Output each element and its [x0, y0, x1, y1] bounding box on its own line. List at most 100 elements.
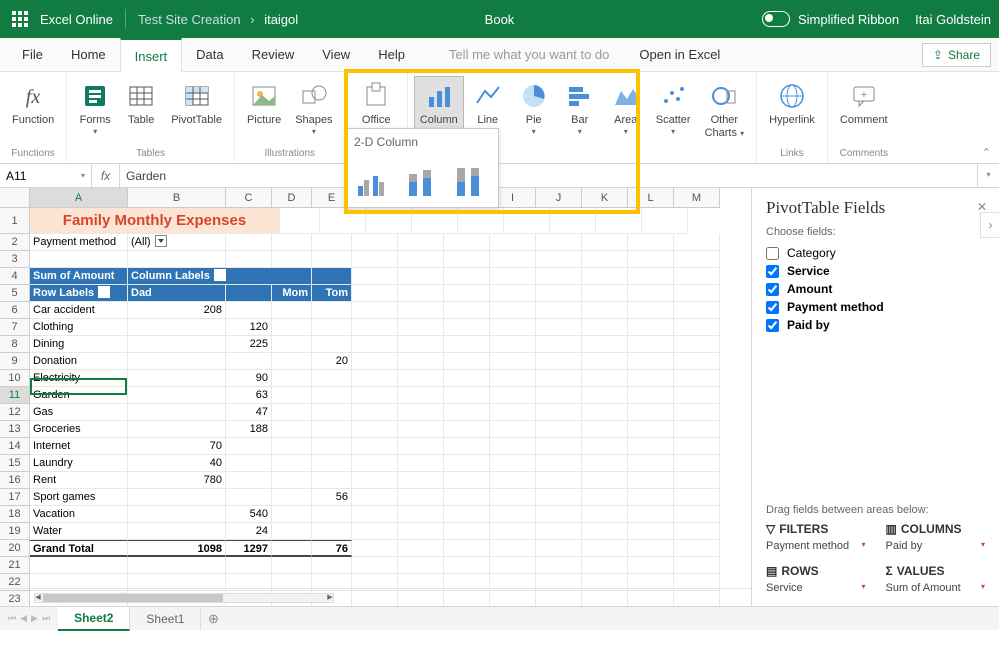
cell[interactable]: Vacation — [30, 506, 128, 523]
cell[interactable]: Dad — [128, 285, 226, 302]
cell[interactable] — [128, 387, 226, 404]
cell[interactable]: 208 — [128, 302, 226, 319]
row-header[interactable]: 14 — [0, 438, 30, 455]
cell[interactable] — [312, 370, 352, 387]
formula-bar-expand[interactable]: ▾ — [977, 164, 999, 187]
cell[interactable] — [272, 370, 312, 387]
cell[interactable]: Donation — [30, 353, 128, 370]
cell[interactable]: Gas — [30, 404, 128, 421]
col-header-d[interactable]: D — [272, 188, 312, 208]
area-filters-item[interactable]: Payment method▾ — [766, 538, 866, 554]
menu-data[interactable]: Data — [182, 38, 237, 72]
menu-file[interactable]: File — [8, 38, 57, 72]
scroll-right-icon[interactable]: ▶ — [325, 594, 335, 602]
row-header[interactable]: 19 — [0, 523, 30, 540]
col-header-m[interactable]: M — [674, 188, 720, 208]
bar-chart-button[interactable]: Bar▾ — [558, 76, 602, 146]
open-in-excel[interactable]: Open in Excel — [639, 47, 720, 62]
row-header[interactable]: 21 — [0, 557, 30, 574]
cell[interactable] — [226, 353, 272, 370]
filter-dropdown-icon[interactable] — [155, 235, 167, 247]
share-button[interactable]: ⇪ Share — [922, 43, 991, 67]
cell[interactable]: 70 — [128, 438, 226, 455]
row-header[interactable]: 3 — [0, 251, 30, 268]
pivot-field[interactable]: Payment method — [766, 298, 985, 316]
row-header[interactable]: 5 — [0, 285, 30, 302]
area-values-item[interactable]: Sum of Amount▾ — [886, 580, 986, 596]
col-header-j[interactable]: J — [536, 188, 582, 208]
col-header-b[interactable]: B — [128, 188, 226, 208]
pivot-field-checkbox[interactable] — [766, 283, 779, 296]
cell[interactable]: Groceries — [30, 421, 128, 438]
pivot-field-checkbox[interactable] — [766, 319, 779, 332]
cell[interactable]: Electricity — [30, 370, 128, 387]
cell[interactable] — [312, 472, 352, 489]
sheet-nav-next-icon[interactable]: ▶ — [31, 613, 38, 624]
row-header[interactable]: 17 — [0, 489, 30, 506]
row-header[interactable]: 1 — [0, 208, 30, 234]
filter-dropdown-icon[interactable] — [98, 286, 110, 298]
table-button[interactable]: Table — [119, 76, 163, 146]
row-header[interactable]: 12 — [0, 404, 30, 421]
menu-help[interactable]: Help — [364, 38, 419, 72]
cell[interactable] — [272, 540, 312, 557]
simplified-ribbon-toggle[interactable] — [762, 11, 790, 27]
shapes-button[interactable]: Shapes▾ — [289, 76, 338, 146]
forms-button[interactable]: Forms▾ — [73, 76, 117, 146]
cell[interactable]: Garden — [30, 387, 128, 404]
cell[interactable]: 120 — [226, 319, 272, 336]
row-header[interactable]: 13 — [0, 421, 30, 438]
cell[interactable]: Internet — [30, 438, 128, 455]
sheet-tab-sheet1[interactable]: Sheet1 — [130, 608, 201, 630]
cell[interactable]: 24 — [226, 523, 272, 540]
row-header[interactable]: 2 — [0, 234, 30, 251]
cell[interactable] — [128, 370, 226, 387]
stacked-column-option[interactable] — [398, 159, 442, 203]
title-cell[interactable]: Family Monthly Expenses — [30, 208, 280, 234]
area-chart-button[interactable]: Area▾ — [604, 76, 648, 146]
breadcrumb[interactable]: Test Site Creation › itaigol — [138, 12, 298, 27]
cell[interactable] — [312, 302, 352, 319]
cell[interactable]: Column Labels — [128, 268, 312, 285]
cell[interactable]: Sport games — [30, 489, 128, 506]
cell[interactable] — [312, 506, 352, 523]
cell[interactable] — [312, 404, 352, 421]
cell[interactable] — [272, 319, 312, 336]
col-header-c[interactable]: C — [226, 188, 272, 208]
pivottable-button[interactable]: PivotTable — [165, 76, 228, 146]
sheet-nav-last-icon[interactable]: ⏭ — [42, 613, 50, 624]
cell[interactable]: Sum of Amount — [30, 268, 128, 285]
cell[interactable] — [272, 472, 312, 489]
pivot-field[interactable]: Amount — [766, 280, 985, 298]
cell[interactable]: 1297 — [226, 540, 272, 557]
menu-view[interactable]: View — [308, 38, 364, 72]
cell[interactable] — [272, 438, 312, 455]
cell[interactable] — [272, 489, 312, 506]
sheet-tab-sheet2[interactable]: Sheet2 — [58, 607, 130, 631]
horizontal-scrollbar[interactable]: ◀ ▶ — [34, 593, 334, 603]
cell[interactable] — [312, 336, 352, 353]
row-header[interactable]: 6 — [0, 302, 30, 319]
row-header[interactable]: 4 — [0, 268, 30, 285]
row-header[interactable]: 7 — [0, 319, 30, 336]
formula-input[interactable]: Garden — [120, 169, 977, 183]
cell[interactable] — [128, 489, 226, 506]
cell[interactable]: 47 — [226, 404, 272, 421]
cell[interactable]: 1098 — [128, 540, 226, 557]
cell[interactable] — [312, 319, 352, 336]
pie-chart-button[interactable]: Pie▾ — [512, 76, 556, 146]
cell[interactable]: Laundry — [30, 455, 128, 472]
row-header[interactable]: 16 — [0, 472, 30, 489]
filter-dropdown-icon[interactable] — [214, 269, 226, 281]
cell[interactable] — [272, 404, 312, 421]
cell[interactable]: 540 — [226, 506, 272, 523]
cell[interactable]: Clothing — [30, 319, 128, 336]
row-header[interactable]: 8 — [0, 336, 30, 353]
cell[interactable]: 188 — [226, 421, 272, 438]
row-header[interactable]: 11 — [0, 387, 30, 404]
cell[interactable] — [226, 455, 272, 472]
app-launcher-icon[interactable] — [12, 11, 28, 27]
area-rows-item[interactable]: Service▾ — [766, 580, 866, 596]
cell[interactable]: 56 — [312, 489, 352, 506]
100-stacked-column-option[interactable] — [446, 159, 490, 203]
